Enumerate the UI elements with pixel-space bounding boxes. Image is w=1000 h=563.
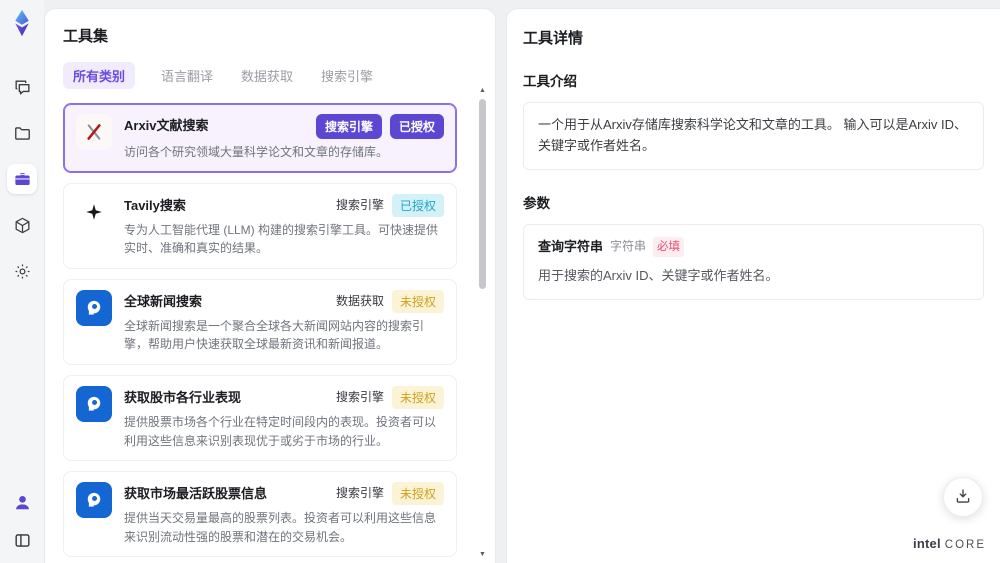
tool-name: 获取股市各行业表现 <box>124 389 242 405</box>
sidebar-item-tools[interactable] <box>7 164 37 194</box>
download-button[interactable] <box>943 477 983 517</box>
scroll-down-icon[interactable]: ▼ <box>478 551 487 559</box>
tool-list-item[interactable]: 获取市场最活跃股票信息 搜索引擎 未授权 提供当天交易量最高的股票列表。投资者可… <box>63 471 457 558</box>
intro-heading: 工具介绍 <box>523 74 577 89</box>
category-tabs: 所有类别 语言翻译 数据获取 搜索引擎 <box>63 62 481 89</box>
tool-list-item[interactable]: 获取股市各行业表现 搜索引擎 未授权 提供股票市场各个行业在特定时间段内的表现。… <box>63 374 457 462</box>
tool-category-tag: 搜索引擎 <box>315 114 382 139</box>
params-heading: 参数 <box>523 195 550 211</box>
news-icon <box>76 385 112 422</box>
avatar-icon <box>13 493 32 512</box>
tool-category-tag: 搜索引擎 <box>335 389 384 404</box>
parameter-header: 查询字符串 字符串 必填 <box>538 236 969 258</box>
sidebar-item-models[interactable] <box>7 210 37 240</box>
sidebar-item-files[interactable] <box>7 118 37 148</box>
chat-icon <box>13 78 32 97</box>
tool-category-tag: 搜索引擎 <box>335 197 384 212</box>
panel-toggle-icon <box>13 531 32 550</box>
tool-list-item[interactable]: Arxiv文献搜索 搜索引擎 已授权 访问各个研究领域大量科学论文和文章的存储库… <box>63 103 457 173</box>
parameter-name: 查询字符串 <box>538 238 604 254</box>
intel-core-logo: intel core <box>913 536 986 551</box>
sidebar-item-collapse[interactable] <box>9 527 35 553</box>
arxiv-icon <box>76 114 112 150</box>
tavily-icon <box>76 193 112 230</box>
tool-auth-badge: 未授权 <box>391 482 444 506</box>
tool-list: Arxiv文献搜索 搜索引擎 已授权 访问各个研究领域大量科学论文和文章的存储库… <box>63 103 481 563</box>
scrollbar-thumb[interactable] <box>479 99 486 289</box>
sidebar-item-chat[interactable] <box>7 72 37 102</box>
tool-description: 全球新闻搜索是一个聚合全球各大新闻网站内容的搜索引擎，帮助用户快速获取全球最新资… <box>124 318 425 352</box>
tool-description: 访问各个研究领域大量科学论文和文章的存储库。 <box>124 145 389 159</box>
detail-title: 工具详情 <box>523 30 584 47</box>
download-icon <box>954 487 972 508</box>
tool-list-item[interactable]: 全球新闻搜索 数据获取 未授权 全球新闻搜索是一个聚合全球各大新闻网站内容的搜索… <box>63 278 457 365</box>
tab-0[interactable]: 所有类别 <box>63 62 136 89</box>
sidebar-item-settings[interactable] <box>7 256 37 286</box>
sidebar-item-profile[interactable] <box>9 489 35 515</box>
core-brand-text: core <box>944 539 986 551</box>
tool-auth-badge: 未授权 <box>391 385 444 409</box>
tool-name: 获取市场最活跃股票信息 <box>124 486 268 502</box>
tab-3[interactable]: 搜索引擎 <box>319 62 375 89</box>
toolbox-icon <box>13 170 32 189</box>
tool-auth-badge: 未授权 <box>391 289 444 313</box>
intel-brand-text: intel <box>913 536 941 551</box>
parameter-description: 用于搜索的Arxiv ID、关键字或作者姓名。 <box>538 268 779 284</box>
tool-description: 专为人工智能代理 (LLM) 构建的搜索引擎工具。可快速提供实时、准确和真实的结… <box>124 222 439 256</box>
news-icon <box>76 482 112 519</box>
tool-category-tag: 数据获取 <box>335 293 384 308</box>
app-logo-icon <box>7 8 37 38</box>
folder-icon <box>13 124 32 143</box>
tab-2[interactable]: 数据获取 <box>239 62 295 89</box>
news-icon <box>76 289 112 326</box>
tool-list-item[interactable]: Tavily搜索 搜索引擎 已授权 专为人工智能代理 (LLM) 构建的搜索引擎… <box>63 182 457 269</box>
tool-description: 提供股票市场各个行业在特定时间段内的表现。投资者可以利用这些信息来识别表现优于或… <box>124 414 437 448</box>
sidebar <box>0 0 44 563</box>
tool-name: 全球新闻搜索 <box>124 293 203 309</box>
tool-intro-text: 一个用于从Arxiv存储库搜索科学论文和文章的工具。 输入可以是Arxiv ID… <box>523 102 984 170</box>
sidebar-bottom <box>9 489 35 553</box>
page-title: 工具集 <box>63 28 109 45</box>
tool-detail-panel: 工具详情 工具介绍 一个用于从Arxiv存储库搜索科学论文和文章的工具。 输入可… <box>506 8 1000 563</box>
tool-category-tag: 搜索引擎 <box>335 486 384 501</box>
tool-description: 提供当天交易量最高的股票列表。投资者可以利用这些信息来识别流动性强的股票和潜在的… <box>124 511 437 544</box>
tool-auth-badge: 已授权 <box>389 114 444 139</box>
tool-auth-badge: 已授权 <box>391 193 444 217</box>
sidebar-nav <box>7 72 37 286</box>
parameter-card: 查询字符串 字符串 必填 用于搜索的Arxiv ID、关键字或作者姓名。 <box>523 223 984 301</box>
parameter-required-badge: 必填 <box>653 236 685 258</box>
parameter-type: 字符串 <box>610 239 647 254</box>
app-window: 工具集 所有类别 语言翻译 数据获取 搜索引擎 Arxiv文献搜索 搜索引擎 已授权 … <box>0 0 1000 563</box>
tool-name: Tavily搜索 <box>124 197 186 213</box>
tool-name: Arxiv文献搜索 <box>124 118 209 133</box>
gear-icon <box>13 262 32 281</box>
cube-icon <box>13 216 32 235</box>
list-scrollbar[interactable]: ▲ ▼ <box>478 87 487 559</box>
tab-1[interactable]: 语言翻译 <box>159 62 215 89</box>
scroll-up-icon[interactable]: ▲ <box>478 87 487 95</box>
tools-panel: 工具集 所有类别 语言翻译 数据获取 搜索引擎 Arxiv文献搜索 搜索引擎 已授权 … <box>44 8 496 563</box>
main-area: 工具集 所有类别 语言翻译 数据获取 搜索引擎 Arxiv文献搜索 搜索引擎 已授权 … <box>44 8 1000 563</box>
